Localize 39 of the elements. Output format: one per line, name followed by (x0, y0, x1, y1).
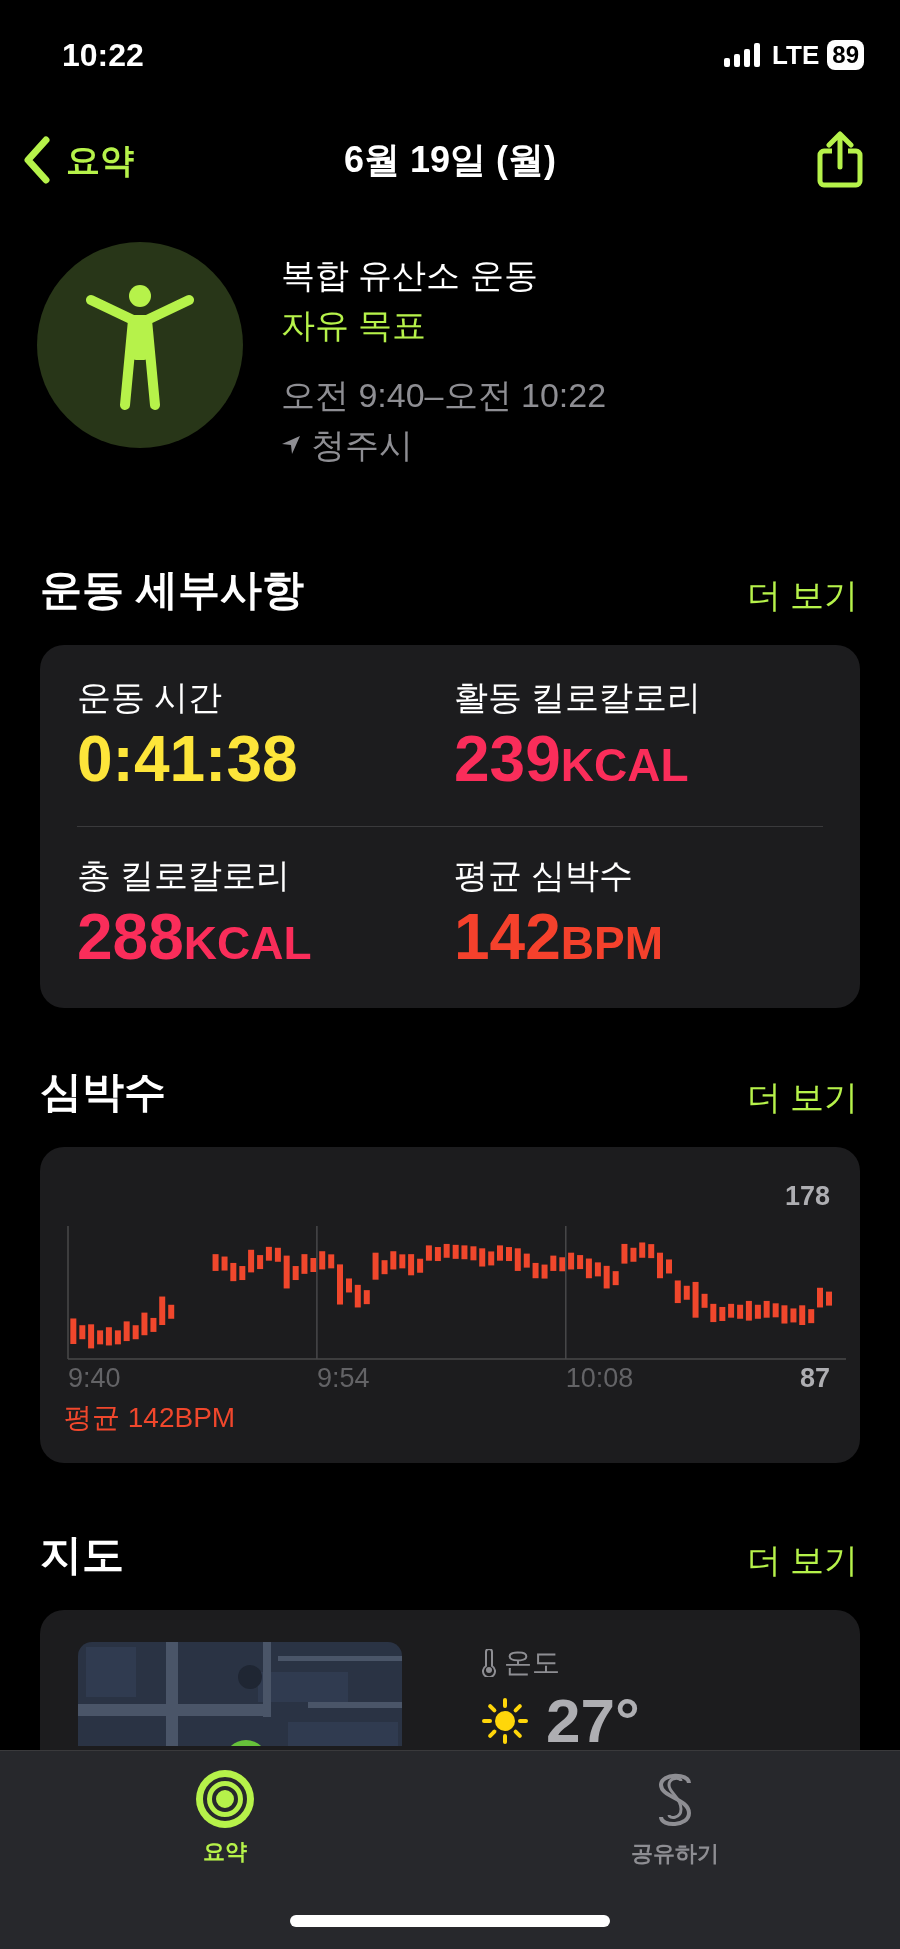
section-title: 심박수 (40, 1067, 166, 1117)
rings-icon (195, 1769, 255, 1829)
more-link[interactable]: 더 보기 (746, 1535, 860, 1586)
time-label: 9:40 (68, 1363, 121, 1393)
share-icon[interactable] (816, 131, 864, 189)
network-label: LTE (772, 38, 820, 72)
scale-label: 87 (799, 1363, 830, 1393)
metric-label: 활동 킬로칼로리 (454, 677, 703, 718)
section-title: 운동 세부사항 (40, 565, 304, 615)
more-link[interactable]: 더 보기 (746, 1072, 860, 1123)
metric-value: 142 (454, 900, 561, 975)
metric-value: 0:41:38 (77, 722, 298, 797)
section-title: 지도 (40, 1530, 124, 1580)
time-label: 10:08 (565, 1363, 634, 1393)
temperature-label: 온도 (504, 1646, 560, 1680)
metric-value: 239 (454, 722, 561, 797)
sun-icon (482, 1698, 528, 1744)
status-time: 10:22 (62, 36, 144, 75)
more-link[interactable]: 더 보기 (746, 570, 860, 621)
chevron-icon (22, 136, 52, 184)
location-icon (281, 435, 301, 455)
location-label: 청주시 (311, 425, 413, 466)
page-title: 6월 19일 (월) (344, 138, 556, 182)
time-label: 9:54 (316, 1363, 370, 1393)
time-range: 오전 9:40–오전 10:22 (281, 375, 607, 416)
thermometer-icon (482, 1649, 496, 1677)
metric-label: 운동 시간 (77, 677, 224, 718)
metric-unit: KCAL (560, 738, 689, 793)
metric-unit: BPM (560, 916, 663, 971)
metric-unit: KCAL (183, 916, 312, 971)
scale-label: 178 (784, 1181, 830, 1211)
goal-label: 자유 목표 (281, 305, 428, 346)
back-button[interactable]: 요약 (22, 134, 134, 186)
metric-label: 평균 심박수 (454, 855, 635, 896)
battery-indicator: 89 (827, 40, 864, 70)
metric-value: 288 (77, 900, 184, 975)
workout-name: 복합 유산소 운동 (281, 255, 539, 296)
average-label: 평균 142BPM (64, 1401, 236, 1435)
metric-label: 총 킬로칼로리 (77, 855, 292, 896)
